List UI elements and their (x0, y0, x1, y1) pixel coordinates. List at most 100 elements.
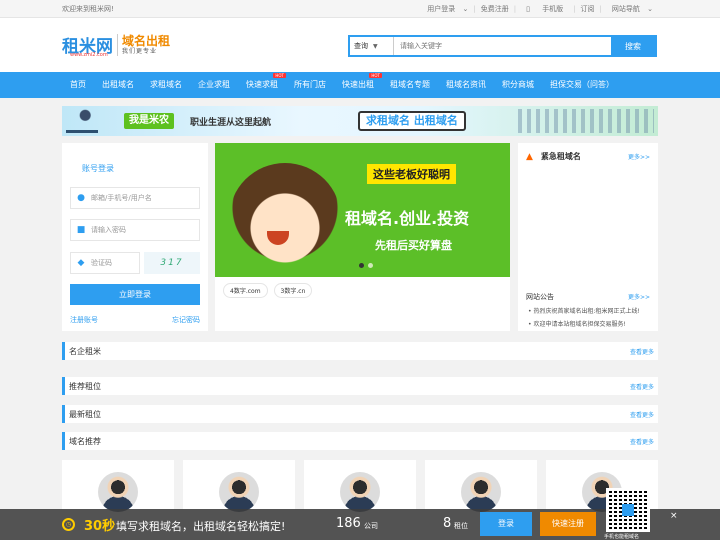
shield-icon: ◆ (77, 258, 85, 268)
section-more-link[interactable]: 查看更多 (630, 347, 654, 356)
domain-cards (62, 460, 658, 512)
slide-dot-active[interactable] (359, 263, 364, 268)
nav-item-home[interactable]: 首页 (62, 72, 94, 98)
qr-code-icon (609, 491, 647, 529)
footer-login-button[interactable]: 登录 (480, 512, 532, 536)
slide-line-2: 租域名.创业.投资 (345, 209, 470, 228)
hot-badge: HOT (369, 73, 382, 78)
username-field[interactable]: ● 邮箱/手机号/用户名 (70, 187, 200, 209)
section-more-link[interactable]: 查看更多 (630, 437, 654, 446)
top-bar: 欢迎来到租米网! 用户登录 ⌄ | 免费注册 | ▯ 手机版 | 订阅 | 网站导航 ⌄ (0, 0, 720, 18)
fire-icon: ▲ (526, 151, 533, 162)
logo-divider (117, 33, 118, 56)
mobile-link[interactable]: ▯ 手机版 (516, 4, 573, 14)
search-box: 查询▼ 搜索 (348, 35, 657, 57)
nav-item-stores[interactable]: 所有门店 (286, 72, 334, 98)
search-button[interactable]: 搜索 (611, 37, 655, 55)
nav-item-seek[interactable]: 求租域名 (142, 72, 190, 98)
clock-icon: ◷ (62, 518, 75, 531)
logo-slogan: 域名出租 我们更专业 (122, 33, 171, 55)
register-link[interactable]: 注册账号 (70, 315, 98, 325)
notice-item[interactable]: • 热烈庆祝首家域名出租:租米网正式上线! (528, 306, 640, 315)
qr-code (606, 488, 650, 532)
cartoon-boy-illustration (229, 163, 341, 275)
search-input[interactable] (394, 37, 611, 55)
captcha-field[interactable]: ◆ 验证码 (70, 252, 140, 274)
domain-card[interactable] (304, 460, 416, 512)
hero-slider: 这些老板好聪明 租域名.创业.投资 先租后买好算盘 4数字.com 3数字.cn (215, 143, 510, 331)
nav-item-quick-rent[interactable]: 快速出租 HOT (334, 72, 382, 98)
slide-line-1: 这些老板好聪明 (367, 164, 456, 184)
domain-card[interactable] (62, 460, 174, 512)
close-icon[interactable]: × (670, 511, 678, 521)
notice-more-link[interactable]: 更多>> (628, 292, 650, 302)
banner-slogan: 求租域名 出租域名 (358, 111, 466, 131)
user-icon: ● (77, 193, 85, 203)
qr-caption: 手机也能租域名 (604, 534, 640, 540)
domain-tag[interactable]: 4数字.com (223, 283, 268, 298)
businessman-illustration (66, 109, 98, 133)
avatar (340, 472, 380, 512)
company-count: 186 (336, 516, 361, 531)
login-panel: 账号登录 ● 邮箱/手机号/用户名 ■ 请输入密码 ◆ 验证码 317 立即登录… (62, 143, 208, 331)
banner-badge: 我是米农 (124, 113, 174, 129)
search-type-select[interactable]: 查询 ▼ (350, 37, 394, 55)
avatar (98, 472, 138, 512)
nav-item-enterprise[interactable]: 企业求租 (190, 72, 238, 98)
nav-item-topics[interactable]: 租域名专题 (382, 72, 438, 98)
user-login-link[interactable]: 用户登录 ⌄ (417, 4, 473, 14)
site-nav-link[interactable]: 网站导航 ⌄ (602, 4, 658, 14)
slide-dot[interactable] (368, 263, 373, 268)
slot-count-suffix: 租位 (454, 522, 468, 530)
login-title: 账号登录 (82, 164, 114, 173)
section-more-link[interactable]: 查看更多 (630, 382, 654, 391)
urgent-title: 紧急租域名 (540, 152, 581, 161)
banner-text: 职业生涯从这里起航 (190, 118, 272, 128)
domain-card[interactable] (183, 460, 295, 512)
notice-item[interactable]: • 欢迎申请本站租域名担保交易服务! (528, 319, 626, 328)
hot-badge: HOT (273, 73, 286, 78)
welcome-text: 欢迎来到租米网! (62, 5, 114, 13)
header: 租米网 www.zmi2.com 域名出租 我们更专业 查询▼ 搜索 (0, 18, 720, 72)
free-register-link[interactable]: 免费注册 (476, 4, 514, 14)
captcha-image[interactable]: 317 (144, 252, 200, 274)
section-recommended: 推荐租位 查看更多 (62, 377, 658, 395)
slot-count: 8 (443, 516, 452, 531)
phone-icon: ▯ (526, 5, 530, 13)
notice-title: 网站公告 (526, 293, 554, 301)
chevron-down-icon: ▼ (373, 42, 378, 50)
notice-header: 网站公告 更多>> (526, 292, 650, 302)
footer-register-button[interactable]: 快速注册 (540, 512, 596, 536)
section-latest: 最新租位 查看更多 (62, 405, 658, 423)
section-title: 域名推荐 (69, 437, 101, 446)
nav-item-escrow[interactable]: 担保交易（问答） (542, 72, 622, 98)
domain-card[interactable] (425, 460, 537, 512)
subscribe-link[interactable]: 订阅 (576, 4, 600, 14)
forgot-password-link[interactable]: 忘记密码 (172, 315, 200, 325)
domain-tag[interactable]: 3数字.cn (273, 283, 313, 298)
slide-image[interactable]: 这些老板好聪明 租域名.创业.投资 先租后买好算盘 (215, 143, 510, 277)
avatar (219, 472, 259, 512)
promo-banner[interactable]: 我是米农 职业生涯从这里起航 求租域名 出租域名 (62, 106, 658, 136)
nav-item-quick-seek[interactable]: 快速求租 HOT (238, 72, 286, 98)
section-domains: 域名推荐 查看更多 (62, 432, 658, 450)
footer-seconds: 30秒 (84, 519, 116, 534)
footer-text: 填写求租域名，出租域名轻松搞定! (116, 520, 286, 533)
nav-item-rent-out[interactable]: 出租域名 (94, 72, 142, 98)
password-field[interactable]: ■ 请输入密码 (70, 219, 200, 241)
urgent-more-link[interactable]: 更多>> (628, 152, 650, 161)
section-title: 推荐租位 (69, 382, 101, 391)
section-title: 名企租米 (69, 347, 101, 356)
floating-footer-bar: ◷ 30秒 填写求租域名，出租域名轻松搞定! 186 公司 8 租位 登录 快速… (0, 488, 720, 540)
section-more-link[interactable]: 查看更多 (630, 410, 654, 419)
lock-icon: ■ (76, 225, 86, 235)
nav-item-news[interactable]: 租域名资讯 (438, 72, 494, 98)
nav-item-mall[interactable]: 积分商城 (494, 72, 542, 98)
login-button[interactable]: 立即登录 (70, 284, 200, 305)
company-count-suffix: 公司 (364, 522, 378, 530)
section-famous: 名企租米 查看更多 (62, 342, 658, 360)
domain-tags: 4数字.com 3数字.cn (223, 283, 313, 298)
top-links: 用户登录 ⌄ | 免费注册 | ▯ 手机版 | 订阅 | 网站导航 ⌄ (417, 4, 658, 14)
urgent-panel: ▲ 紧急租域名 更多>> 网站公告 更多>> • 热烈庆祝首家域名出租:租米网正… (518, 143, 658, 331)
site-logo[interactable]: 租米网 www.zmi2.com 域名出租 我们更专业 (62, 32, 171, 58)
